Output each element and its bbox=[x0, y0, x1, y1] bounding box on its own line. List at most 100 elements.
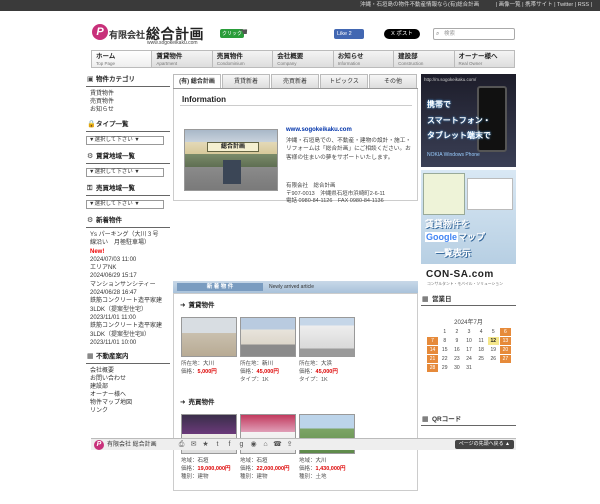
mobile-url: http://m.sogokeikaku.com/ bbox=[424, 77, 477, 82]
home-icon[interactable]: ⌂ bbox=[261, 440, 270, 449]
estate-link[interactable]: お問い合わせ bbox=[90, 375, 170, 383]
calendar-day: 18 bbox=[474, 345, 488, 355]
nav-information[interactable]: お知らせ Information bbox=[334, 51, 395, 67]
nav-company[interactable]: 会社概要 Company bbox=[273, 51, 334, 67]
map-thumbnail bbox=[423, 173, 465, 215]
right-sidebar: http://m.sogokeikaku.com/ 携帯で スマートフォン・ タ… bbox=[421, 74, 516, 450]
company-type: 有限会社 bbox=[109, 30, 146, 40]
main-content: (有) 総合計画 賃貸新着 売買新着 トピックス その他 Information… bbox=[173, 74, 418, 491]
back-to-top-button[interactable]: ページの先頭へ戻る ▲ bbox=[454, 440, 514, 449]
calendar-day: 13 bbox=[498, 336, 513, 346]
rental-photo[interactable] bbox=[240, 317, 296, 357]
rent-area-select[interactable]: ▼選択して下さい ▼ bbox=[86, 168, 164, 177]
sale-area: 石垣 bbox=[256, 458, 268, 464]
company-logo-icon[interactable]: P bbox=[92, 24, 108, 40]
new-item-title[interactable]: マンションサンシティー bbox=[86, 281, 170, 289]
sale-area-heading: ⚿ 売買地域一覧 bbox=[86, 183, 170, 196]
mail-icon[interactable]: ✉ bbox=[189, 440, 198, 449]
rental-photo[interactable] bbox=[181, 317, 237, 357]
consa-banner[interactable]: CON-SA.com コンサルタント・モバイル・ソリューション bbox=[421, 267, 516, 289]
share-icon[interactable]: ⇪ bbox=[285, 440, 294, 449]
google-map-banner[interactable]: 賃貸物件を Googleマップ 一覧表示 bbox=[421, 170, 516, 264]
tab-topics[interactable]: トピックス bbox=[320, 74, 368, 88]
search-input[interactable]: ⌕ 検索 bbox=[433, 28, 515, 40]
estate-link[interactable]: リンク bbox=[90, 407, 170, 415]
share-icons: ⎙ ✉ ★ t f g ◉ ⌂ ☎ ⇪ bbox=[177, 440, 297, 449]
rental-card[interactable]: 所在地：大浜 価格：45,000円 タイプ：1K bbox=[299, 317, 355, 407]
nav-rental[interactable]: 賃貸物件 Apartment bbox=[152, 51, 213, 67]
calendar-day: 2 bbox=[450, 327, 464, 337]
tab-new-rentals[interactable]: 賃貸新着 bbox=[222, 74, 270, 88]
category-link[interactable]: 売買物件 bbox=[90, 98, 170, 106]
new-item-title[interactable]: 3LDK（提案型住宅） bbox=[86, 306, 170, 314]
calendar-day: 4 bbox=[474, 327, 488, 337]
new-item-title[interactable]: 3LDK（提案型住宅Ⅱ） bbox=[86, 331, 170, 339]
nav-construction[interactable]: 建設部 Construction bbox=[394, 51, 455, 67]
business-days-heading: ▦ 営業日 bbox=[421, 294, 516, 306]
print-icon[interactable]: ⎙ bbox=[177, 440, 186, 449]
category-link[interactable]: 賃貸物件 bbox=[90, 90, 170, 98]
calendar-day: 3 bbox=[462, 327, 476, 337]
company-logo-icon[interactable]: P bbox=[94, 440, 104, 450]
new-item-title[interactable]: 鉄筋コンクリート造平家建 bbox=[86, 297, 170, 305]
rental-type: タイプ：1K bbox=[299, 377, 328, 383]
mobile-site-banner[interactable]: http://m.sogokeikaku.com/ 携帯で スマートフォン・ タ… bbox=[421, 74, 516, 167]
calendar-day: 8 bbox=[438, 336, 452, 346]
business-calendar: 1 2 3 4 5 6 7 8 9 10 11 12 13 14 15 16 17 18 19 20 21 22 23 24 2… bbox=[425, 327, 513, 373]
new-item-date: 2024/06/29 15:17 bbox=[90, 273, 137, 280]
rental-area: 大川 bbox=[203, 361, 215, 367]
rental-card[interactable]: 所在地：新川 価格：45,000円 タイプ：1K bbox=[240, 317, 296, 407]
calendar-day bbox=[498, 363, 513, 373]
calendar-day: 25 bbox=[474, 354, 488, 364]
new-item-title[interactable]: 鉄筋コンクリート造平家建 bbox=[86, 322, 170, 330]
office-door bbox=[223, 160, 241, 184]
consa-subtitle: コンサルタント・モバイル・ソリューション bbox=[427, 282, 503, 286]
google-icon[interactable]: g bbox=[237, 440, 246, 449]
property-listings: ➜ 賃貸物件 所在地：大川 価格：5,000円 所在地：新川 価格：45,000円… bbox=[173, 293, 418, 491]
sale-card[interactable]: 地域：石垣 価格：19,000,000円 種別：建物 bbox=[181, 414, 237, 504]
new-item-title[interactable]: Ys パーキング（大川３号 bbox=[86, 231, 170, 239]
utility-links[interactable]: | 画像一覧 | 携帯サイト | Twitter | RSS | bbox=[496, 0, 592, 11]
facebook-icon[interactable]: f bbox=[225, 440, 234, 449]
nav-sale[interactable]: 売買物件 Condominium bbox=[213, 51, 274, 67]
new-item-date: 2024/06/28 16:47 bbox=[90, 290, 137, 297]
nav-home[interactable]: ホーム Top Page bbox=[92, 51, 153, 67]
rent-area-heading: ⚙ 賃貸地域一覧 bbox=[86, 151, 170, 164]
sale-area-select[interactable]: ▼選択して下さい ▼ bbox=[86, 200, 164, 209]
tab-other[interactable]: その他 bbox=[369, 74, 417, 88]
bookmark-icon[interactable]: ★ bbox=[201, 440, 210, 449]
rental-photo[interactable] bbox=[299, 317, 355, 357]
type-select[interactable]: ▼選択して下さい ▼ bbox=[86, 136, 164, 145]
rss-icon[interactable]: ◉ bbox=[249, 440, 258, 449]
calendar-day bbox=[425, 327, 440, 337]
new-item-title[interactable]: 線沿い 月極駐車場） bbox=[86, 239, 170, 247]
tab-new-sales[interactable]: 売買新着 bbox=[271, 74, 319, 88]
gear-icon: ⚙ bbox=[87, 217, 94, 224]
estate-link[interactable]: 建設部 bbox=[90, 383, 170, 391]
estate-link[interactable]: オーナー様へ bbox=[90, 391, 170, 399]
calendar-day: 21 bbox=[425, 354, 440, 364]
information-heading: Information bbox=[182, 95, 226, 104]
category-link[interactable]: お知らせ bbox=[90, 106, 170, 114]
sale-card[interactable]: 地域：大川 価格：1,430,000円 種別：土地 bbox=[299, 414, 355, 504]
rental-price: 5,000円 bbox=[197, 369, 217, 375]
estate-link[interactable]: 会社概要 bbox=[90, 367, 170, 375]
bottom-bar: P 有限会社 総合計画 ⎙ ✉ ★ t f g ◉ ⌂ ☎ ⇪ ページの先頭へ戻… bbox=[91, 438, 516, 450]
sale-card[interactable]: 地域：石垣 価格：22,000,000円 種別：建物 bbox=[240, 414, 296, 504]
click-badge[interactable]: クリック ☚ bbox=[220, 27, 248, 39]
rental-card[interactable]: 所在地：大川 価格：5,000円 bbox=[181, 317, 237, 407]
nav-owner[interactable]: オーナー様へ Real Owner bbox=[455, 51, 514, 67]
calendar-day: 10 bbox=[462, 336, 476, 346]
twitter-icon[interactable]: t bbox=[213, 440, 222, 449]
estate-link[interactable]: 物件マップ地図 bbox=[90, 399, 170, 407]
info-url-link[interactable]: www.sogokeikaku.com bbox=[286, 127, 352, 133]
tab-company[interactable]: (有) 総合計画 bbox=[173, 74, 221, 88]
building-icon: ▦ bbox=[87, 353, 94, 361]
search-placeholder: 検索 bbox=[444, 31, 456, 37]
phone-icon[interactable]: ☎ bbox=[273, 440, 282, 449]
x-post-button[interactable]: X ポスト bbox=[384, 29, 420, 39]
rental-price: 45,000円 bbox=[256, 369, 279, 375]
facebook-like-button[interactable]: Like 2 bbox=[334, 29, 364, 39]
new-item-title[interactable]: エリアNK bbox=[86, 264, 170, 272]
banner-brands: NOKIA Windows Phone bbox=[427, 152, 480, 158]
